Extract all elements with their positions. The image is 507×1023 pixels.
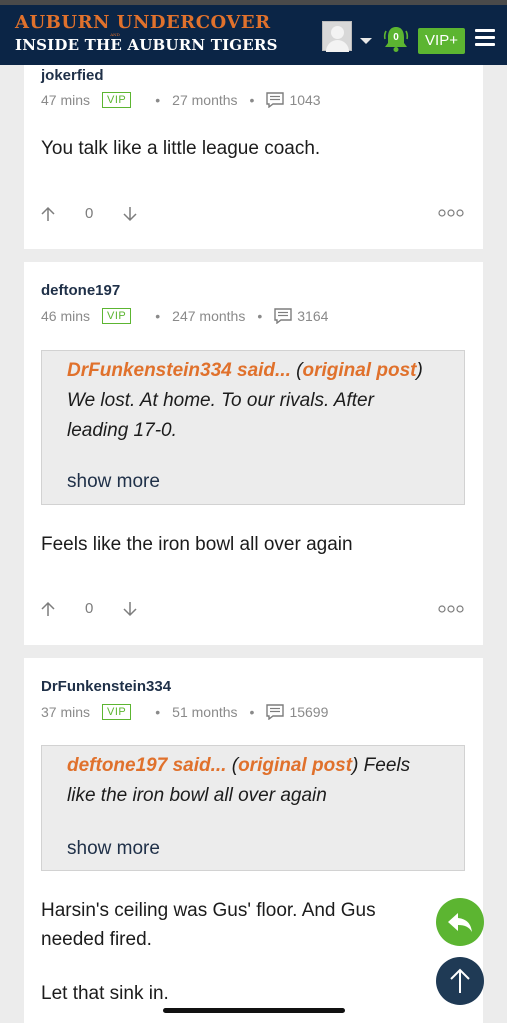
site-logo[interactable]: AUBURN UNDERCOVER AND INSIDE THE AUBURN … [15,14,278,53]
scroll-to-top-button[interactable] [436,957,484,1005]
post-card: deftone197 46 mins VIP • 247 months • 31… [24,262,483,645]
member-tenure: 247 months [172,308,246,324]
quote-text: deftone197 said... (original post) Feels… [67,751,427,811]
post-body: Feels like the iron bowl all over again [41,534,353,555]
vote-controls: 0 [41,600,137,617]
upvote-icon[interactable] [41,206,55,222]
more-options-icon[interactable] [438,209,464,217]
vip-plus-button[interactable]: VIP+ [418,28,465,54]
reply-icon [448,913,472,932]
vip-badge: VIP [102,92,132,108]
quote-author[interactable]: deftone197 said... [67,755,226,776]
more-options-icon[interactable] [438,605,464,613]
quote-author[interactable]: DrFunkenstein334 said... [67,360,291,381]
comment-icon [266,704,285,720]
show-more-link[interactable]: show more [67,838,160,860]
original-post-link[interactable]: original post [302,360,416,381]
post-time: 46 mins [41,308,91,324]
avatar-head [331,26,344,39]
show-more-link[interactable]: show more [67,471,160,493]
post-count: 3164 [297,308,329,324]
vote-count: 0 [85,600,94,617]
separator-dot: • [155,704,161,720]
separator-dot: • [257,308,263,324]
separator-dot: • [155,308,161,324]
logo-line-3: INSIDE THE AUBURN TIGERS [15,36,278,54]
quote-paren-open: ( [290,360,303,381]
post-body: Harsin's ceiling was Gus' floor. And Gus… [41,900,376,950]
separator-dot: • [155,92,161,108]
post-username[interactable]: jokerfied [41,67,104,84]
home-indicator [163,1008,345,1013]
avatar-body [326,40,349,52]
post-meta: 46 mins VIP • 247 months • 3164 [41,308,328,324]
post-username[interactable]: deftone197 [41,282,120,299]
logo-line-1: AUBURN UNDERCOVER [15,12,271,33]
original-post-link[interactable]: original post [238,755,352,776]
downvote-icon[interactable] [123,206,137,222]
vip-badge: VIP [102,308,132,324]
post-body: You talk like a little league coach. [41,138,321,159]
quote-paren-close: ) [416,360,423,381]
reply-button[interactable] [436,898,484,946]
downvote-icon[interactable] [123,601,137,617]
vote-controls: 0 [41,205,137,222]
separator-dot: • [249,92,255,108]
vip-badge: VIP [102,704,132,720]
post-body-line-2: Let that sink in. [41,983,169,1004]
comment-icon [274,308,292,324]
post-meta: 37 mins VIP • 51 months • 15699 [41,704,328,720]
arrow-up-icon [450,968,470,993]
post-card: jokerfied 47 mins VIP • 27 months • 1043… [24,65,483,249]
separator-dot: • [249,704,255,720]
post-username[interactable]: DrFunkenstein334 [41,678,171,695]
post-count: 1043 [289,92,321,108]
menu-icon[interactable] [475,29,495,47]
quoted-post: deftone197 said... (original post) Feels… [41,745,465,871]
post-meta: 47 mins VIP • 27 months • 1043 [41,92,321,108]
chevron-down-icon[interactable] [360,38,372,44]
member-tenure: 27 months [172,92,238,108]
comment-icon [266,92,285,108]
quote-body: We lost. At home. To our rivals. After l… [67,390,374,441]
user-avatar[interactable] [322,21,352,52]
quote-text: DrFunkenstein334 said... (original post)… [67,356,427,446]
quoted-post: DrFunkenstein334 said... (original post)… [41,350,465,505]
member-tenure: 51 months [172,704,238,720]
quote-paren-open: ( [226,755,239,776]
post-count: 15699 [289,704,329,720]
top-nav-bar: AUBURN UNDERCOVER AND INSIDE THE AUBURN … [0,0,507,65]
post-time: 37 mins [41,704,91,720]
post-time: 47 mins [41,92,91,108]
notification-count: 0 [393,32,399,43]
post-card: DrFunkenstein334 37 mins VIP • 51 months… [24,658,483,1023]
vote-count: 0 [85,205,94,222]
upvote-icon[interactable] [41,601,55,617]
